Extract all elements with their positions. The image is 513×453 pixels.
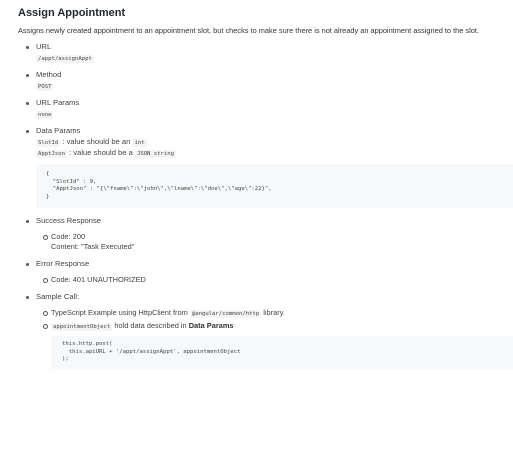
url-params-item: URL Params none bbox=[18, 98, 505, 119]
success-response-list: Code: 200 Content: "Task Executed" bbox=[36, 232, 505, 252]
method-value: POST bbox=[36, 83, 54, 91]
success-response-label: Success Response bbox=[36, 216, 102, 225]
sample-ts-suffix: library. bbox=[263, 308, 285, 317]
success-content: Content: "Task Executed" bbox=[51, 242, 135, 251]
data-params-item: Data Params SlotId : value should be an … bbox=[18, 126, 513, 208]
apptjson-code: ApptJson bbox=[36, 150, 67, 158]
method-label: Method bbox=[36, 70, 62, 79]
success-response-detail: Code: 200 Content: "Task Executed" bbox=[36, 232, 505, 252]
method-item: Method POST bbox=[18, 70, 505, 91]
success-response-item: Success Response Code: 200 Content: "Tas… bbox=[18, 216, 505, 252]
data-params-label: Data Params bbox=[36, 126, 81, 135]
sample-ts-code: @angular/common/http bbox=[189, 310, 262, 318]
sample-call-list: TypeScript Example using HttpClient from… bbox=[36, 308, 505, 331]
error-code: Code: 401 UNAUTHORIZED bbox=[51, 275, 146, 284]
slotid-text: : value should be an bbox=[62, 137, 131, 146]
data-params-code-block: { "SlotId" : 9, "ApptJson" : "{\"fname\"… bbox=[36, 164, 513, 208]
spec-list: URL /appt/assignAppt Method POST URL Par… bbox=[18, 42, 513, 369]
doc-page: Assign Appointment Assigns newly created… bbox=[0, 0, 513, 453]
sample-object-code: appointmentObject bbox=[51, 323, 113, 331]
error-response-label: Error Response bbox=[36, 259, 90, 268]
url-value: /appt/assignAppt bbox=[36, 55, 94, 63]
apptjson-type: JSON string bbox=[134, 150, 176, 158]
success-code: Code: 200 bbox=[51, 232, 86, 241]
slotid-code: SlotId bbox=[36, 139, 61, 147]
sample-call-code-block: this.http.post( this.apiURL + '/appt/ass… bbox=[51, 336, 513, 369]
sample-ts-text: TypeScript Example using HttpClient from bbox=[51, 308, 188, 317]
section-description: Assigns newly created appointment to an … bbox=[18, 26, 479, 35]
url-label: URL bbox=[36, 42, 52, 51]
sample-object-bold: Data Params bbox=[188, 321, 234, 330]
slotid-type: int bbox=[132, 139, 147, 147]
sample-call-object-item: appointmentObject hold data described in… bbox=[36, 321, 505, 331]
error-response-list: Code: 401 UNAUTHORIZED bbox=[36, 275, 505, 285]
error-response-detail: Code: 401 UNAUTHORIZED bbox=[36, 275, 505, 285]
sample-call-item: Sample Call: TypeScript Example using Ht… bbox=[18, 292, 513, 369]
url-params-value: none bbox=[36, 111, 54, 119]
error-response-item: Error Response Code: 401 UNAUTHORIZED bbox=[18, 259, 505, 285]
apptjson-text: : value should be a bbox=[69, 148, 133, 157]
url-params-label: URL Params bbox=[36, 98, 80, 107]
sample-call-label: Sample Call: bbox=[36, 292, 80, 301]
section-title: Assign Appointment bbox=[18, 7, 126, 19]
sample-call-ts-item: TypeScript Example using HttpClient from… bbox=[36, 308, 505, 318]
url-item: URL /appt/assignAppt bbox=[18, 42, 505, 63]
sample-object-text: hold data described in bbox=[114, 321, 187, 330]
